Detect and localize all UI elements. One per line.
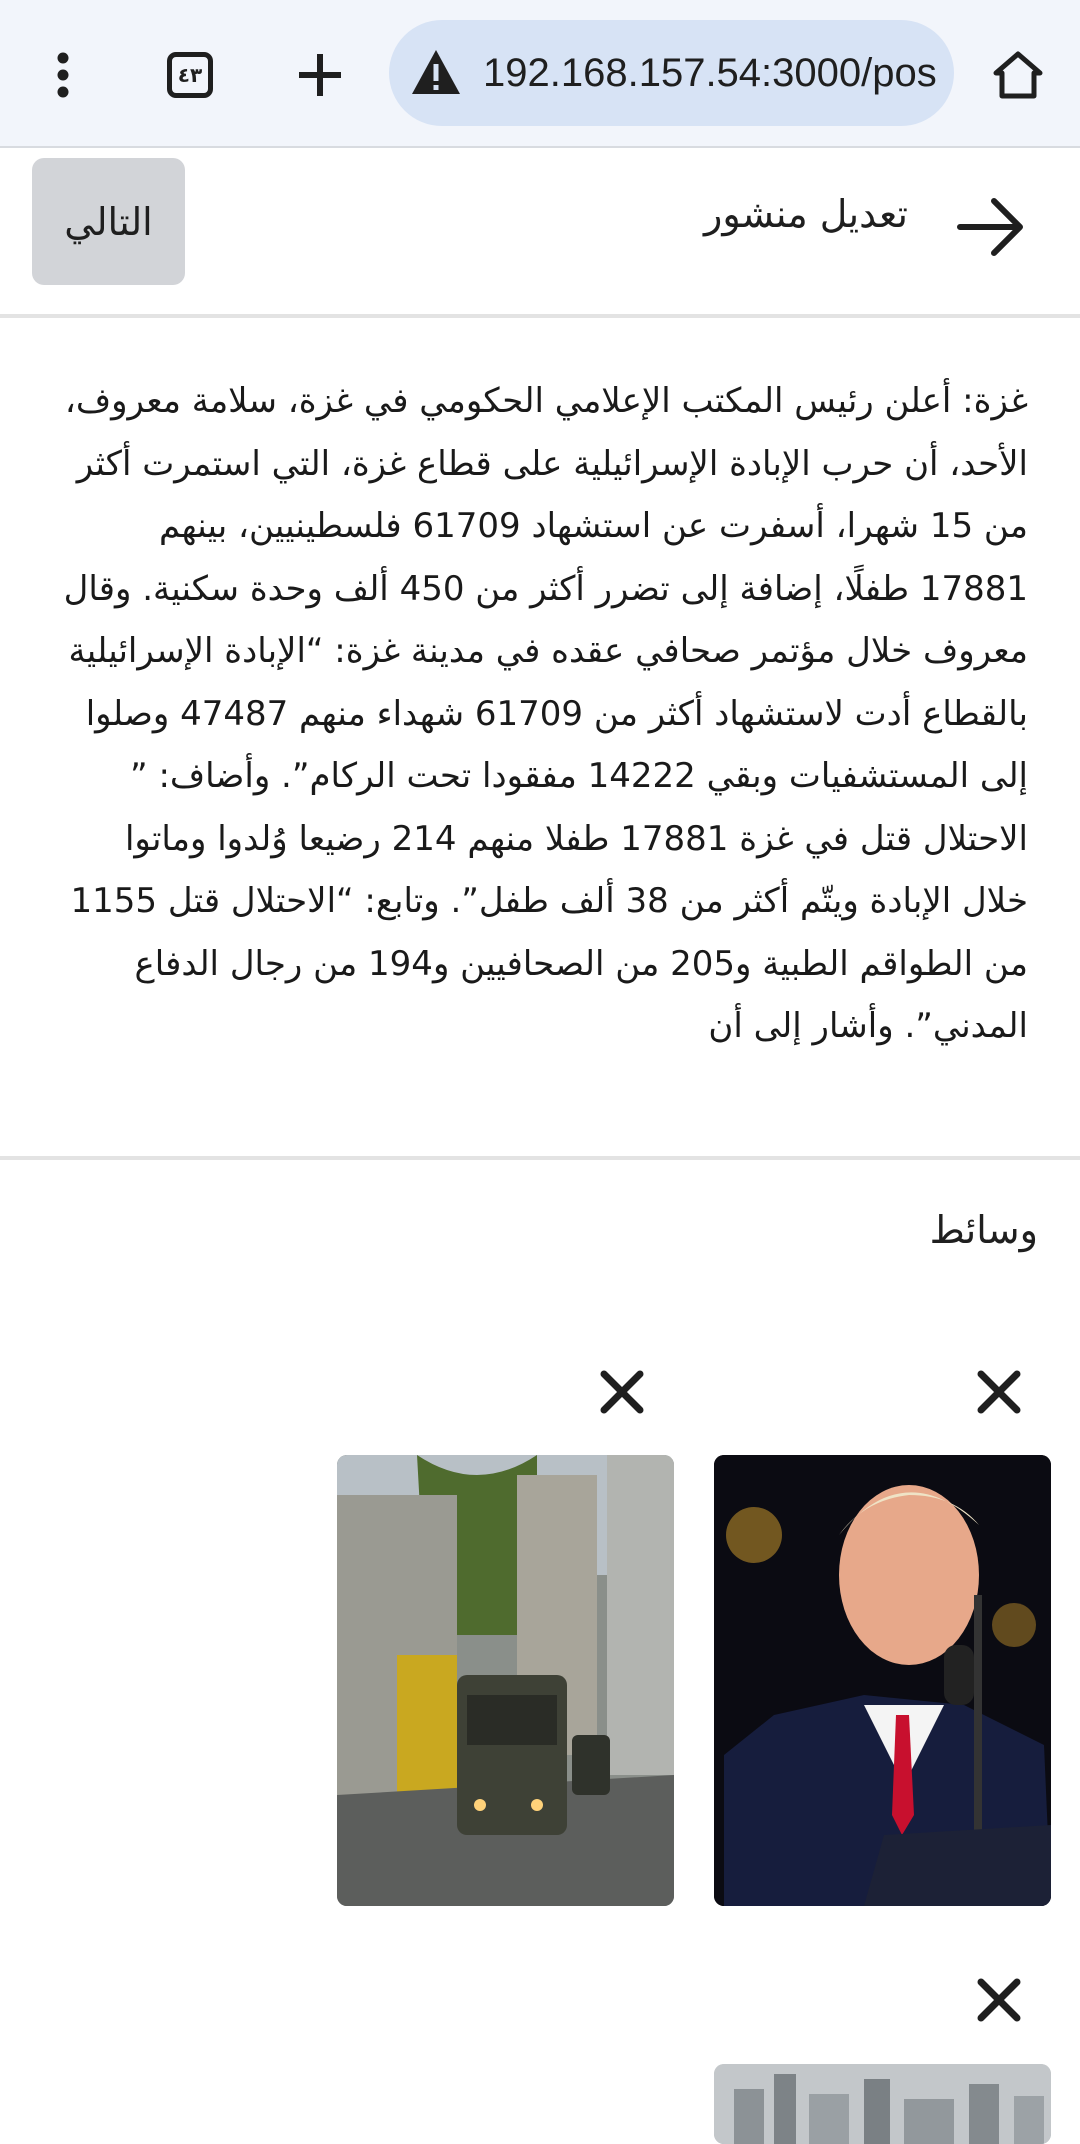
media-thumbnail[interactable] <box>714 2064 1051 2144</box>
close-icon <box>977 1978 1021 2022</box>
tab-count-badge: ٤٣ <box>167 52 213 98</box>
page-title: تعديل منشور <box>704 192 908 236</box>
media-section-label: وسائط <box>929 1208 1038 1252</box>
browser-toolbar: ٤٣ 192.168.157.54:3000/pos <box>0 0 1080 148</box>
city-skyline-photo <box>714 2064 1051 2144</box>
close-icon <box>977 1370 1021 1414</box>
remove-media-button[interactable] <box>964 1965 1034 2035</box>
close-icon <box>600 1370 644 1414</box>
media-thumbnail[interactable] <box>337 1455 674 1906</box>
post-text[interactable]: غزة: أعلن رئيس المكتب الإعلامي الحكومي ف… <box>52 370 1028 1110</box>
next-button[interactable]: التالي <box>32 158 185 285</box>
new-tab-icon[interactable] <box>285 40 355 110</box>
media-thumbnail[interactable] <box>714 1455 1051 1906</box>
not-secure-warning-icon[interactable] <box>409 46 463 100</box>
tab-switcher-button[interactable]: ٤٣ <box>155 40 225 110</box>
remove-media-button[interactable] <box>587 1357 657 1427</box>
speaker-photo <box>714 1455 1051 1906</box>
section-divider <box>0 1156 1080 1160</box>
url-text: 192.168.157.54:3000/pos <box>483 50 937 95</box>
more-menu-icon[interactable] <box>28 40 98 110</box>
remove-media-button[interactable] <box>964 1357 1034 1427</box>
app-header: التالي تعديل منشور <box>0 150 1080 318</box>
home-icon[interactable] <box>983 40 1053 110</box>
street-vehicles-photo <box>337 1455 674 1906</box>
address-bar[interactable]: 192.168.157.54:3000/pos <box>389 20 954 126</box>
back-arrow-icon[interactable] <box>950 186 1032 268</box>
